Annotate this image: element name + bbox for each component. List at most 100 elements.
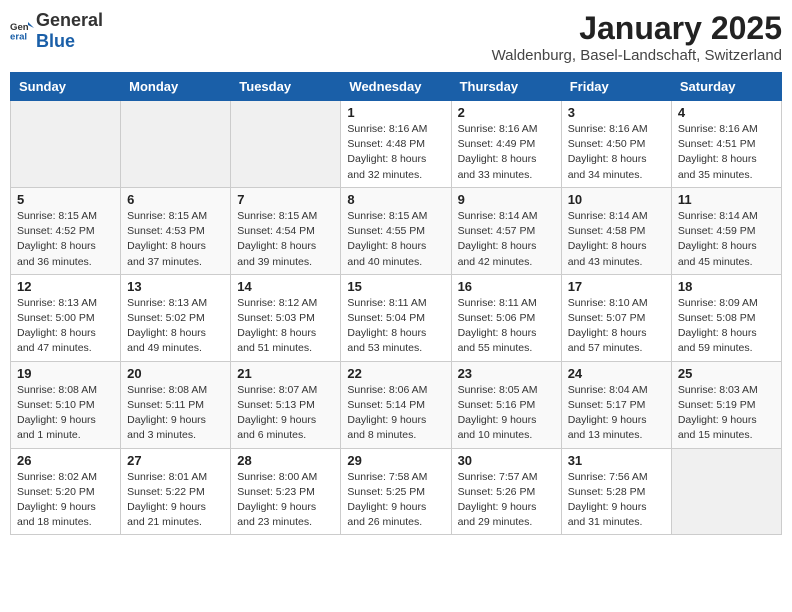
calendar-cell: 18Sunrise: 8:09 AMSunset: 5:08 PMDayligh… [671,274,781,361]
calendar-cell: 7Sunrise: 8:15 AMSunset: 4:54 PMDaylight… [231,187,341,274]
day-info: Sunrise: 7:58 AMSunset: 5:25 PMDaylight:… [347,470,444,531]
calendar-cell: 13 Sunrise: 8:13 AMSunset: 5:02 PMDayligh… [121,274,231,361]
calendar-cell [671,448,781,535]
day-number: 15 [347,279,444,294]
calendar-cell: 12 Sunrise: 8:13 AMSunset: 5:00 PMDayligh… [11,274,121,361]
calendar-cell: 30Sunrise: 7:57 AMSunset: 5:26 PMDayligh… [451,448,561,535]
day-info: Sunrise: 8:16 AMSunset: 4:51 PMDaylight:… [678,122,775,183]
calendar-table: SundayMondayTuesdayWednesdayThursdayFrid… [10,72,782,535]
day-number: 19 [17,366,114,381]
day-info: Sunrise: 8:01 AMSunset: 5:22 PMDaylight:… [127,470,224,531]
logo-blue-text: Blue [36,31,75,51]
calendar-cell: 22Sunrise: 8:06 AMSunset: 5:14 PMDayligh… [341,361,451,448]
day-number: 5 [17,192,114,207]
day-number: 10 [568,192,665,207]
day-of-week-header: Tuesday [231,73,341,101]
calendar-cell: 25Sunrise: 8:03 AMSunset: 5:19 PMDayligh… [671,361,781,448]
svg-text:eral: eral [10,31,27,42]
calendar-cell: 29 Sunrise: 7:58 AMSunset: 5:25 PMDayligh… [341,448,451,535]
day-number: 16 [458,279,555,294]
calendar-subtitle: Waldenburg, Basel-Landschaft, Switzerlan… [492,47,782,64]
day-info: Sunrise: 8:13 AMSunset: 5:02 PMDaylight:… [127,296,224,357]
calendar-title: January 2025 [492,10,782,47]
day-info: Sunrise: 8:09 AMSunset: 5:08 PMDaylight:… [678,296,775,357]
day-number: 8 [347,192,444,207]
day-info: Sunrise: 8:02 AMSunset: 5:20 PMDaylight:… [17,470,114,531]
day-info: Sunrise: 8:12 AMSunset: 5:03 PMDaylight:… [237,296,334,357]
day-info: Sunrise: 8:13 AMSunset: 5:00 PMDaylight:… [17,296,114,357]
calendar-cell [231,101,341,188]
calendar-week-row: 5 Sunrise: 8:15 AMSunset: 4:52 PMDaylight… [11,187,782,274]
day-info: Sunrise: 8:00 AMSunset: 5:23 PMDaylight:… [237,470,334,531]
day-info: Sunrise: 8:08 AMSunset: 5:10 PMDaylight:… [17,383,114,444]
day-info: Sunrise: 8:11 AMSunset: 5:04 PMDaylight:… [347,296,444,357]
day-number: 27 [127,453,224,468]
day-info: Sunrise: 8:14 AMSunset: 4:57 PMDaylight:… [458,209,555,270]
day-of-week-header: Thursday [451,73,561,101]
day-of-week-header: Monday [121,73,231,101]
day-info: Sunrise: 8:15 AMSunset: 4:52 PMDaylight:… [17,209,114,270]
calendar-cell: 11Sunrise: 8:14 AMSunset: 4:59 PMDayligh… [671,187,781,274]
calendar-cell: 19 Sunrise: 8:08 AMSunset: 5:10 PMDayligh… [11,361,121,448]
calendar-cell: 6Sunrise: 8:15 AMSunset: 4:53 PMDaylight… [121,187,231,274]
day-info: Sunrise: 8:07 AMSunset: 5:13 PMDaylight:… [237,383,334,444]
day-number: 4 [678,105,775,120]
calendar-cell: 16 Sunrise: 8:11 AMSunset: 5:06 PMDayligh… [451,274,561,361]
day-number: 29 [347,453,444,468]
calendar-week-row: 1Sunrise: 8:16 AMSunset: 4:48 PMDaylight… [11,101,782,188]
calendar-cell: 4 Sunrise: 8:16 AMSunset: 4:51 PMDaylight… [671,101,781,188]
day-info: Sunrise: 8:06 AMSunset: 5:14 PMDaylight:… [347,383,444,444]
day-info: Sunrise: 8:10 AMSunset: 5:07 PMDaylight:… [568,296,665,357]
title-block: January 2025 Waldenburg, Basel-Landschaf… [492,10,782,64]
calendar-cell: 5 Sunrise: 8:15 AMSunset: 4:52 PMDaylight… [11,187,121,274]
day-number: 31 [568,453,665,468]
calendar-cell: 26 Sunrise: 8:02 AMSunset: 5:20 PMDayligh… [11,448,121,535]
day-number: 2 [458,105,555,120]
day-number: 7 [237,192,334,207]
day-info: Sunrise: 8:16 AMSunset: 4:50 PMDaylight:… [568,122,665,183]
day-number: 6 [127,192,224,207]
day-number: 21 [237,366,334,381]
calendar-week-row: 12 Sunrise: 8:13 AMSunset: 5:00 PMDayligh… [11,274,782,361]
day-info: Sunrise: 8:14 AMSunset: 4:59 PMDaylight:… [678,209,775,270]
logo-icon: Gen eral [10,19,34,43]
logo: Gen eral General Blue [10,10,103,52]
calendar-cell: 20Sunrise: 8:08 AMSunset: 5:11 PMDayligh… [121,361,231,448]
day-number: 24 [568,366,665,381]
day-info: Sunrise: 8:03 AMSunset: 5:19 PMDaylight:… [678,383,775,444]
calendar-cell: 21 Sunrise: 8:07 AMSunset: 5:13 PMDayligh… [231,361,341,448]
day-info: Sunrise: 8:11 AMSunset: 5:06 PMDaylight:… [458,296,555,357]
day-of-week-header: Friday [561,73,671,101]
day-info: Sunrise: 7:57 AMSunset: 5:26 PMDaylight:… [458,470,555,531]
calendar-cell: 10 Sunrise: 8:14 AMSunset: 4:58 PMDayligh… [561,187,671,274]
calendar-cell: 27 Sunrise: 8:01 AMSunset: 5:22 PMDayligh… [121,448,231,535]
day-info: Sunrise: 8:16 AMSunset: 4:49 PMDaylight:… [458,122,555,183]
calendar-cell: 28 Sunrise: 8:00 AMSunset: 5:23 PMDayligh… [231,448,341,535]
day-of-week-header: Saturday [671,73,781,101]
calendar-cell: 24Sunrise: 8:04 AMSunset: 5:17 PMDayligh… [561,361,671,448]
day-number: 17 [568,279,665,294]
day-number: 26 [17,453,114,468]
day-info: Sunrise: 8:15 AMSunset: 4:55 PMDaylight:… [347,209,444,270]
calendar-cell: 9 Sunrise: 8:14 AMSunset: 4:57 PMDaylight… [451,187,561,274]
day-number: 9 [458,192,555,207]
day-number: 20 [127,366,224,381]
calendar-cell [121,101,231,188]
day-info: Sunrise: 8:14 AMSunset: 4:58 PMDaylight:… [568,209,665,270]
day-number: 28 [237,453,334,468]
calendar-header: SundayMondayTuesdayWednesdayThursdayFrid… [11,73,782,101]
day-number: 14 [237,279,334,294]
calendar-cell [11,101,121,188]
calendar-cell: 1Sunrise: 8:16 AMSunset: 4:48 PMDaylight… [341,101,451,188]
day-number: 12 [17,279,114,294]
day-of-week-header: Sunday [11,73,121,101]
calendar-cell: 23Sunrise: 8:05 AMSunset: 5:16 PMDayligh… [451,361,561,448]
calendar-cell: 31Sunrise: 7:56 AMSunset: 5:28 PMDayligh… [561,448,671,535]
calendar-cell: 8 Sunrise: 8:15 AMSunset: 4:55 PMDaylight… [341,187,451,274]
calendar-cell: 2 Sunrise: 8:16 AMSunset: 4:49 PMDaylight… [451,101,561,188]
calendar-cell: 14 Sunrise: 8:12 AMSunset: 5:03 PMDayligh… [231,274,341,361]
day-of-week-header: Wednesday [341,73,451,101]
calendar-body: 1Sunrise: 8:16 AMSunset: 4:48 PMDaylight… [11,101,782,535]
day-number: 13 [127,279,224,294]
calendar-cell: 3Sunrise: 8:16 AMSunset: 4:50 PMDaylight… [561,101,671,188]
